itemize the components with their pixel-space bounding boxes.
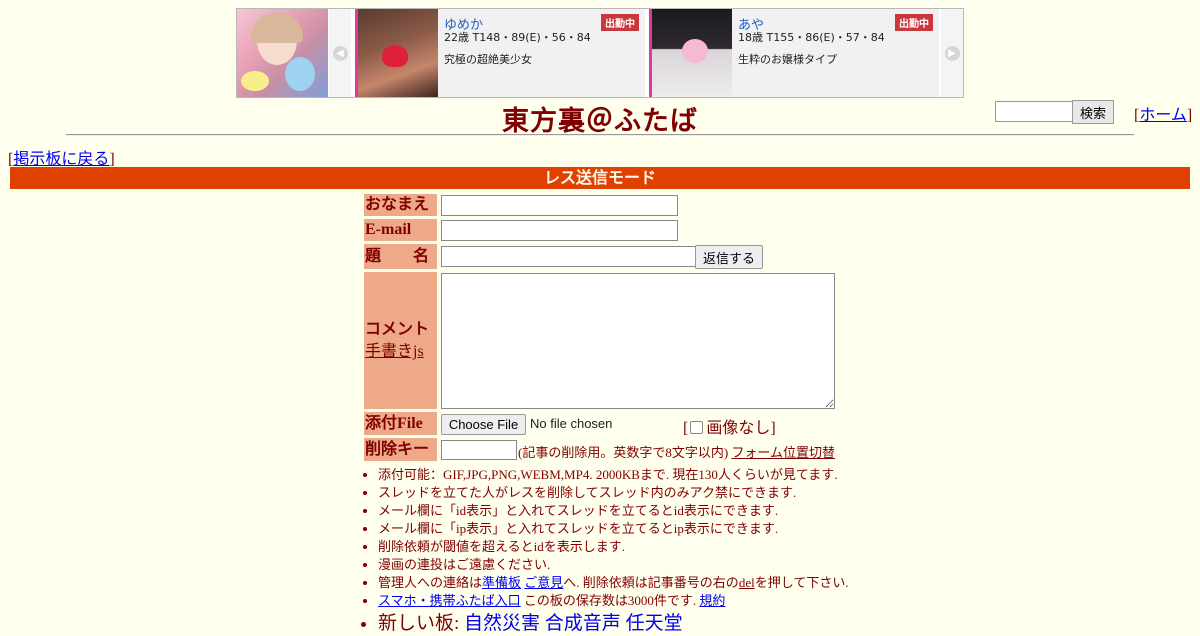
banner-card-photo xyxy=(355,9,438,97)
banner-card-photo xyxy=(649,9,732,97)
comment-textarea[interactable] xyxy=(441,273,835,409)
search-input[interactable] xyxy=(995,101,1073,122)
new-board-link[interactable]: 合成音声 xyxy=(545,613,621,634)
mobile-entrance-link[interactable]: スマホ・携帯ふたば入口 xyxy=(378,593,521,608)
list-item: 削除依頼が閾値を超えるとidを表示します. xyxy=(378,538,898,556)
chevron-right-icon: ▶ xyxy=(944,45,960,61)
email-input[interactable] xyxy=(441,220,678,241)
ad-banner[interactable]: ◀ ゆめか 出勤中 22歳 T148・89(E)・56・84 究極の超絶美少女 … xyxy=(236,8,964,98)
banner-thumbnail-image[interactable] xyxy=(237,9,328,97)
list-item: スレッドを立てた人がレスを削除してスレッド内のみアク禁にできます. xyxy=(378,484,898,502)
delkey-note: (記事の削除用。英数字で8文字以内) xyxy=(518,445,729,460)
heart-sticker-icon xyxy=(382,45,408,67)
form-position-toggle-link[interactable]: フォーム位置切替 xyxy=(731,445,835,460)
choose-file-button[interactable]: Choose File xyxy=(441,414,526,435)
note-text: を押して下さい. xyxy=(754,575,849,590)
home-link-wrapper: [ホーム] xyxy=(1134,107,1193,124)
note-text: へ. 削除依頼は記事番号の右の xyxy=(563,575,739,590)
card-stats: 18歳 T155・86(E)・57・84 xyxy=(738,31,885,44)
no-image-label: 画像なし xyxy=(706,420,771,437)
comment-label-cell: コメント 手書きjs xyxy=(364,272,437,409)
name-input[interactable] xyxy=(441,195,678,216)
card-description: 生粋のお嬢様タイプ xyxy=(738,53,837,66)
back-to-board-link[interactable]: 掲示板に戻る xyxy=(13,151,109,168)
list-item: 添付可能：GIF,JPG,PNG,WEBM,MP4. 2000KBまで. 現在1… xyxy=(378,466,898,484)
divider xyxy=(66,134,1134,136)
mode-bar: レス送信モード xyxy=(10,167,1190,189)
banner-prev-arrow[interactable]: ◀ xyxy=(329,9,351,97)
delkey-note-wrapper: (記事の削除用。英数字で8文字以内) フォーム位置切替 xyxy=(518,442,835,461)
email-label: E-mail xyxy=(364,219,437,241)
delete-key-input[interactable] xyxy=(441,440,517,460)
back-link-wrapper: [掲示板に戻る] xyxy=(8,151,115,168)
no-file-text: No file chosen xyxy=(530,416,613,431)
status-badge: 出勤中 xyxy=(895,14,933,31)
home-link[interactable]: ホーム xyxy=(1139,107,1187,124)
banner-card[interactable]: ゆめか 出勤中 22歳 T148・89(E)・56・84 究極の超絶美少女 xyxy=(355,9,645,97)
del-link[interactable]: del xyxy=(739,575,755,590)
list-item: 管理人への連絡は準備板 ご意見へ. 削除依頼は記事番号の右のdelを押して下さい… xyxy=(378,574,898,592)
list-item: メール欄に「ip表示」と入れてスレッドを立てるとip表示にできます. xyxy=(378,520,898,538)
list-item: 新しい板: 自然災害 合成音声 任天堂 xyxy=(378,612,898,636)
status-badge: 出勤中 xyxy=(601,14,639,31)
name-label: おなまえ xyxy=(364,194,437,216)
list-item: メール欄に「id表示」と入れてスレッドを立てるとid表示にできます. xyxy=(378,502,898,520)
subject-label: 題 名 xyxy=(364,244,437,269)
note-text: この板の保存数は3000件です. xyxy=(520,593,697,608)
chevron-left-icon: ◀ xyxy=(332,45,348,61)
comment-label: コメント xyxy=(365,321,430,338)
file-label: 添付File xyxy=(364,412,437,435)
prep-board-link[interactable]: 準備板 xyxy=(482,575,521,590)
feedback-link[interactable]: ご意見 xyxy=(524,575,563,590)
banner-card[interactable]: あや 出勤中 18歳 T155・86(E)・57・84 生粋のお嬢様タイプ xyxy=(649,9,939,97)
notes-list: 添付可能：GIF,JPG,PNG,WEBM,MP4. 2000KBまで. 現在1… xyxy=(362,466,898,636)
delkey-label: 削除キー xyxy=(364,438,437,461)
rules-link[interactable]: 規約 xyxy=(699,593,725,608)
new-board-link[interactable]: 自然災害 xyxy=(464,613,540,634)
new-board-link[interactable]: 任天堂 xyxy=(626,613,683,634)
note-text: 管理人への連絡は xyxy=(378,575,483,590)
banner-next-arrow[interactable]: ▶ xyxy=(941,9,963,97)
card-stats: 22歳 T148・89(E)・56・84 xyxy=(444,31,591,44)
no-image-option: [画像なし] xyxy=(683,420,776,437)
list-item: スマホ・携帯ふたば入口 この板の保存数は3000件です. 規約 xyxy=(378,592,898,610)
card-description: 究極の超絶美少女 xyxy=(444,53,532,66)
list-item: 漫画の連投はご遠慮ください. xyxy=(378,556,898,574)
heart-sticker-icon xyxy=(682,39,708,63)
tegaki-js-link[interactable]: 手書きjs xyxy=(365,343,424,360)
submit-reply-button[interactable]: 返信する xyxy=(695,245,763,269)
no-image-checkbox[interactable] xyxy=(690,421,704,435)
subject-input[interactable] xyxy=(441,246,696,267)
note-text: 新しい板: xyxy=(378,613,465,634)
search-button[interactable]: 検索 xyxy=(1072,100,1114,124)
